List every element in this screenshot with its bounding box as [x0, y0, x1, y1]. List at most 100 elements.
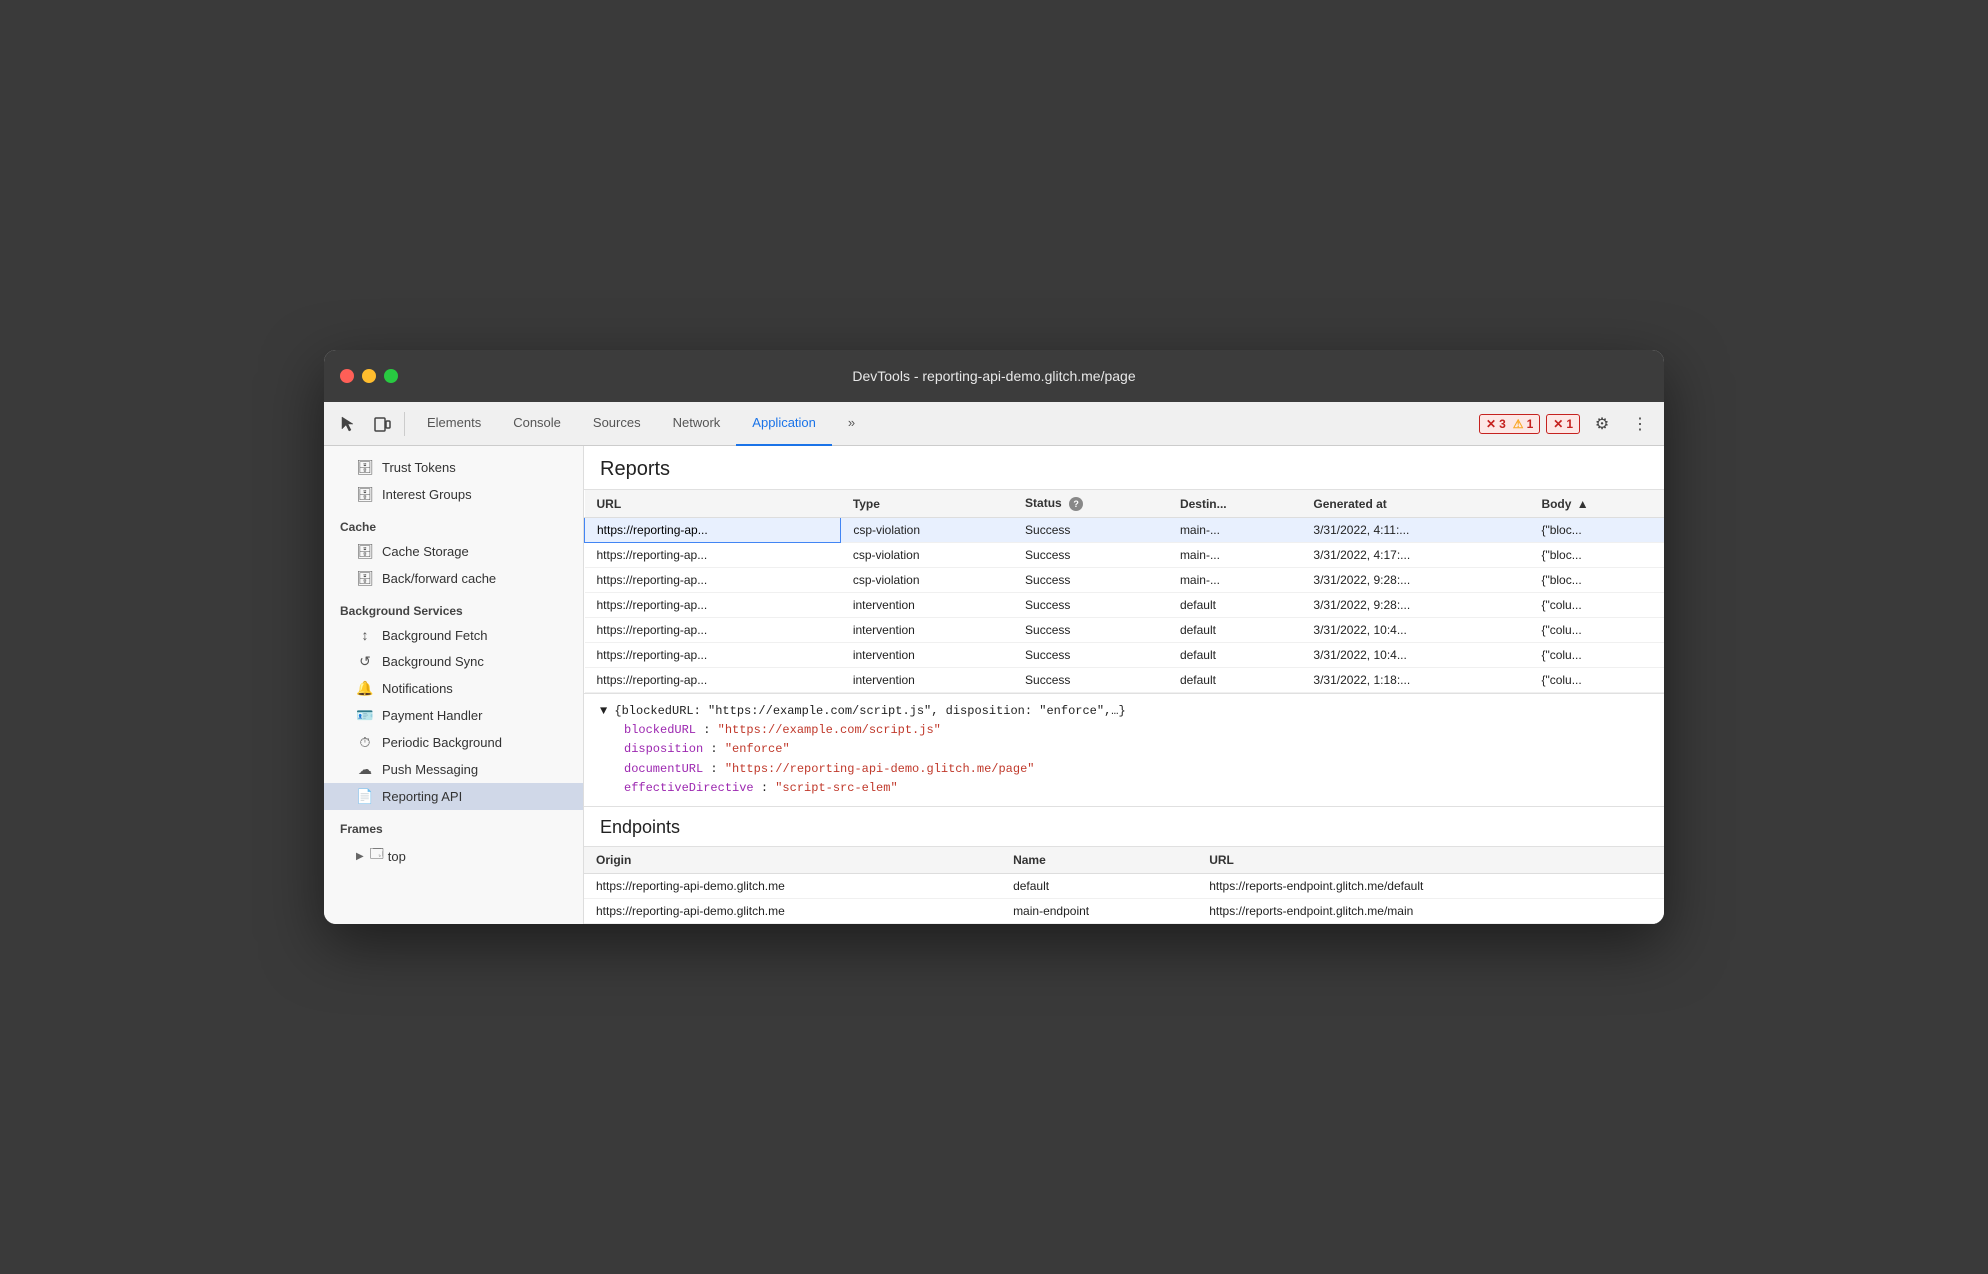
sidebar-item-back-forward-cache[interactable]: 🗄 Back/forward cache: [324, 565, 583, 592]
error2-count: 1: [1566, 417, 1573, 431]
cell-url: https://reporting-ap...: [585, 567, 841, 592]
document-url-value: "https://reporting-api-demo.glitch.me/pa…: [725, 762, 1035, 776]
warning-icon: ⚠: [1513, 417, 1524, 431]
detail-document-url-line: documentURL : "https://reporting-api-dem…: [600, 760, 1648, 779]
tab-console[interactable]: Console: [497, 402, 577, 446]
cell-generated: 3/31/2022, 4:11:...: [1301, 517, 1529, 542]
sidebar-item-top-frame[interactable]: ▶ 🗔 top: [324, 840, 583, 872]
traffic-lights: [340, 369, 398, 383]
cell-status: Success: [1013, 667, 1168, 692]
devtools-window: DevTools - reporting-api-demo.glitch.me/…: [324, 350, 1664, 924]
cell-dest: default: [1168, 617, 1301, 642]
sidebar-item-background-fetch[interactable]: ↕ Background Fetch: [324, 622, 583, 648]
tab-application[interactable]: Application: [736, 402, 832, 446]
sidebar-item-cache-storage[interactable]: 🗄 Cache Storage: [324, 538, 583, 565]
settings-icon[interactable]: ⚙: [1586, 408, 1618, 440]
cell-url: https://reporting-ap...: [585, 517, 841, 542]
back-forward-cache-label: Back/forward cache: [382, 571, 496, 586]
table-row[interactable]: https://reporting-ap... csp-violation Su…: [585, 567, 1665, 592]
frame-icon: 🗔: [370, 845, 384, 867]
table-row[interactable]: https://reporting-ap... csp-violation Su…: [585, 517, 1665, 542]
interest-groups-icon: 🗄: [356, 486, 374, 503]
toolbar-badges: ✕ 3 ⚠ 1 ✕ 1 ⚙ ⋮: [1479, 408, 1656, 440]
sidebar-item-payment-handler[interactable]: 🪪 Payment Handler: [324, 702, 583, 729]
cell-body: {"bloc...: [1529, 517, 1664, 542]
sidebar-item-background-sync[interactable]: ↺ Background Sync: [324, 648, 583, 675]
notifications-label: Notifications: [382, 681, 453, 696]
minimize-button[interactable]: [362, 369, 376, 383]
background-fetch-icon: ↕: [356, 627, 374, 643]
table-row[interactable]: https://reporting-ap... csp-violation Su…: [585, 542, 1665, 567]
cell-dest: main-...: [1168, 542, 1301, 567]
cell-type: csp-violation: [841, 542, 1013, 567]
device-icon[interactable]: [366, 408, 398, 440]
cell-generated: 3/31/2022, 10:4...: [1301, 617, 1529, 642]
table-row[interactable]: https://reporting-ap... intervention Suc…: [585, 592, 1665, 617]
cell-dest: default: [1168, 642, 1301, 667]
cell-type: csp-violation: [841, 517, 1013, 542]
error-badge[interactable]: ✕ 3 ⚠ 1: [1479, 414, 1540, 434]
main-content: 🗄 Trust Tokens 🗄 Interest Groups Cache 🗄…: [324, 446, 1664, 924]
trust-tokens-label: Trust Tokens: [382, 460, 456, 475]
error-count: 3: [1499, 417, 1506, 431]
table-row[interactable]: https://reporting-api-demo.glitch.me def…: [584, 873, 1664, 898]
cell-generated: 3/31/2022, 4:17:...: [1301, 542, 1529, 567]
cell-generated: 3/31/2022, 9:28:...: [1301, 567, 1529, 592]
table-row[interactable]: https://reporting-api-demo.glitch.me mai…: [584, 898, 1664, 923]
push-messaging-icon: ☁: [356, 761, 374, 778]
disposition-key: disposition: [624, 742, 703, 756]
endpoints-title: Endpoints: [584, 806, 1664, 847]
reporting-api-icon: 📄: [356, 788, 374, 805]
cell-status: Success: [1013, 542, 1168, 567]
sidebar-item-interest-groups[interactable]: 🗄 Interest Groups: [324, 481, 583, 508]
toolbar: Elements Console Sources Network Applica…: [324, 402, 1664, 446]
tab-elements[interactable]: Elements: [411, 402, 497, 446]
more-options-icon[interactable]: ⋮: [1624, 408, 1656, 440]
blocked-url-key: blockedURL: [624, 723, 696, 737]
cell-body: {"colu...: [1529, 592, 1664, 617]
ep-col-name: Name: [1001, 847, 1197, 874]
ep-cell-name: default: [1001, 873, 1197, 898]
effective-directive-key: effectiveDirective: [624, 781, 754, 795]
sidebar-item-notifications[interactable]: 🔔 Notifications: [324, 675, 583, 702]
table-row[interactable]: https://reporting-ap... intervention Suc…: [585, 617, 1665, 642]
sidebar: 🗄 Trust Tokens 🗄 Interest Groups Cache 🗄…: [324, 446, 584, 924]
cell-type: intervention: [841, 642, 1013, 667]
cell-type: intervention: [841, 617, 1013, 642]
notifications-icon: 🔔: [356, 680, 374, 697]
cell-url: https://reporting-ap...: [585, 642, 841, 667]
sidebar-item-push-messaging[interactable]: ☁ Push Messaging: [324, 756, 583, 783]
cell-body: {"colu...: [1529, 617, 1664, 642]
cell-status: Success: [1013, 642, 1168, 667]
push-messaging-label: Push Messaging: [382, 762, 478, 777]
background-sync-label: Background Sync: [382, 654, 484, 669]
main-panel: Reports URL Type Status ? Destin... Gene…: [584, 446, 1664, 924]
status-info-icon[interactable]: ?: [1069, 497, 1083, 511]
cursor-icon[interactable]: [332, 408, 364, 440]
bg-services-section-header: Background Services: [324, 592, 583, 622]
detail-summary-text: ▼ {blockedURL: "https://example.com/scri…: [600, 704, 1126, 718]
blocked-url-value: "https://example.com/script.js": [718, 723, 941, 737]
cell-url: https://reporting-ap...: [585, 592, 841, 617]
error2-icon: ✕: [1553, 417, 1563, 431]
tab-sources[interactable]: Sources: [577, 402, 657, 446]
separator: [404, 412, 405, 436]
cell-body: {"colu...: [1529, 642, 1664, 667]
sidebar-item-trust-tokens[interactable]: 🗄 Trust Tokens: [324, 454, 583, 481]
titlebar: DevTools - reporting-api-demo.glitch.me/…: [324, 350, 1664, 402]
maximize-button[interactable]: [384, 369, 398, 383]
table-row[interactable]: https://reporting-ap... intervention Suc…: [585, 642, 1665, 667]
table-row[interactable]: https://reporting-ap... intervention Suc…: [585, 667, 1665, 692]
cell-dest: default: [1168, 592, 1301, 617]
sidebar-item-reporting-api[interactable]: 📄 Reporting API: [324, 783, 583, 810]
cell-status: Success: [1013, 517, 1168, 542]
tab-more[interactable]: »: [832, 402, 871, 446]
cell-generated: 3/31/2022, 9:28:...: [1301, 592, 1529, 617]
detail-disposition-line: disposition : "enforce": [600, 740, 1648, 759]
error-badge-2[interactable]: ✕ 1: [1546, 414, 1580, 434]
cell-type: csp-violation: [841, 567, 1013, 592]
cell-status: Success: [1013, 567, 1168, 592]
sidebar-item-periodic-background[interactable]: ⏱ Periodic Background: [324, 729, 583, 756]
tab-network[interactable]: Network: [657, 402, 737, 446]
close-button[interactable]: [340, 369, 354, 383]
